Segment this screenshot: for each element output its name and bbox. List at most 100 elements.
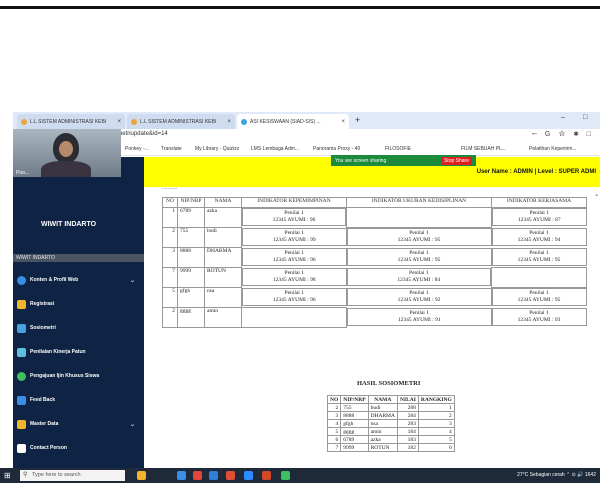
system-tray[interactable]: 27°C Sebagian cerah ⌃ ⊙ 🔊 1642 [517,472,596,478]
penilai-score: 12345 AYUMI : 98 [272,276,316,283]
hasil-rangking: 4 [417,427,455,436]
bookmark-item[interactable]: My Library - Quizizz [195,146,239,152]
kedisiplinan-cell: Penilai 1 12345 AYUMI : 92 [346,287,492,308]
edge-icon[interactable] [209,471,218,480]
chart-icon [17,323,26,333]
kerjasama-cell: Penilai 1 12345 AYUMI : 94 [491,227,587,248]
penilai-score: 12345 AYUMI : 95 [397,237,441,243]
row-nama: amin [204,307,242,328]
task-view-icon[interactable] [137,471,146,480]
hasil-nama: DHARMA [367,411,399,420]
sidebar-item-registrasi[interactable]: Registrasi [17,298,141,310]
row-no: 5 [162,287,178,308]
webcam-video-overlay: Poo... [13,129,121,177]
penilai-score: 12345 AYUMI : 96 [272,296,316,303]
penilai-label: Penilai 1 [284,229,304,236]
globe-icon [17,275,26,285]
row-nip: 755 [177,227,205,248]
penilai-label: Penilai 1 [529,249,549,256]
penilai-label: Penilai 1 [529,290,549,296]
favicon-icon [131,118,137,125]
chevron-down-icon: ⌄ [129,421,135,428]
user-icon [17,299,26,309]
check-icon [17,371,26,381]
close-icon[interactable]: × [338,119,345,125]
bookmark-item[interactable]: Pelatihan Kepemim... [529,146,577,152]
kedisiplinan-cell: Penilai 1 12345 AYUMI : 91 [347,307,492,328]
penilai-label: Penilai 1 [409,309,429,316]
bookmark-item[interactable]: FILOSOFIE [385,146,411,152]
browser-tab-2[interactable]: L.L SISTEM ADMINISTRASI KEBI × [127,114,235,129]
bookmark-item[interactable]: Panorama Proxy - 40 [313,146,360,152]
sidebar-item-feedback[interactable]: Feed Back [17,394,141,406]
maximize-button[interactable]: □ [583,114,587,121]
address-bar-actions[interactable]: ⭪ G ☆ ✱ □ [532,130,594,141]
penilai-label: Penilai 1 [284,210,304,216]
sidebar-item-pengajuan[interactable]: Pengajuan Ijin Khusus Siswa [17,370,141,382]
taskbar-search-input[interactable]: ⚲ Type here to search [20,470,125,481]
browser-tab-1[interactable]: L.L SISTEM ADMINISTRASI KEBI × [17,114,125,129]
kepemimpinan-cell: Penilai 1 12345 AYUMI : 96 [242,287,347,308]
minimize-button[interactable]: – [561,114,565,121]
hasil-no: 6 [326,435,342,444]
bookmark-item[interactable]: Translate [161,146,182,152]
powerpoint-icon[interactable] [226,471,235,480]
penilai-score: 12345 AYUMI : 87 [517,217,561,223]
row-nip: gfgh [177,287,205,308]
hasil-nilai: 283 [397,419,419,428]
media-icon[interactable] [262,471,271,480]
column-header: NO [326,395,342,404]
sidebar-item-sosiometri[interactable]: Sosiometri [17,322,141,334]
webcam-person-face [59,141,73,157]
hasil-sosiometri-table: NO NIP/NRP NAMA NILAI RANGKING 2 755 bud… [326,395,455,452]
browser-tab-active[interactable]: ASI KESISWAAN (SIAD-SIS) ... × [237,114,349,129]
penilai-score: 12345 AYUMI : 95 [517,256,561,263]
close-icon[interactable]: × [114,119,121,125]
column-header: NAMA [367,395,399,404]
column-header: INDIKATOR UKURAN KEDISIPLINAN [346,197,492,208]
penilai-score: 12345 AYUMI : 99 [272,236,316,243]
table-row: 7 9999 ROTUN Penilai 1 12345 AYUMI : 98 P… [162,267,587,288]
hasil-nip: gfgh [340,419,369,428]
sidebar-item-label: Master Data [30,421,59,427]
zoom-icon[interactable] [244,471,253,480]
new-tab-button[interactable]: + [355,115,360,125]
table-row: 3 8888 DHARMA Penilai 1 12345 AYUMI : 96 … [162,247,587,268]
close-icon[interactable]: × [224,119,231,125]
kerjasama-cell: Penilai 1 12345 AYUMI : 93 [491,307,587,328]
table-row: 2 gggg amin Penilai 1 12345 AYUMI : 91 Pe… [162,307,587,328]
hasil-nilai: 288 [397,403,419,412]
row-nip: 6789 [177,207,205,228]
kedisiplinan-cell: Penilai 1 12345 AYUMI : 95 [346,247,492,268]
tab-label: L.L SISTEM ADMINISTRASI KEBI [30,118,107,125]
chrome-icon[interactable] [193,471,202,480]
bookmark-item[interactable]: Ponkey -... [125,146,149,152]
user-info-label: User Name : ADMIN | Level : SUPER ADMI [476,169,596,175]
sidebar-item-master-data[interactable]: Master Data ⌄ [17,418,141,430]
penilai-score: 12345 AYUMI : 96 [272,217,316,223]
whatsapp-icon[interactable] [281,471,290,480]
sidebar-item-penilaian[interactable]: Penilaian Kinerja Patun [17,346,141,358]
table-row: 4 gfgh nsa 283 3 [326,419,455,428]
hasil-no: 5 [326,427,342,436]
row-nip: 8888 [177,247,205,268]
hasil-nilai: 184 [397,427,419,436]
windows-start-icon[interactable]: ⊞ [4,471,11,480]
row-nama: nsa [204,287,242,308]
file-explorer-icon[interactable] [177,471,186,480]
bookmark-item[interactable]: LMS Lembaga Adm... [251,146,299,152]
bookmark-item[interactable]: FILM SEBUAH PL... [461,146,506,152]
penilai-score: 12345 AYUMI : 96 [272,256,316,263]
hasil-no: 4 [326,419,342,428]
scroll-up-arrow-icon[interactable]: ▴ [595,192,598,198]
table-row: 2 755 budi 288 1 [326,403,455,412]
sidebar-item-label: Registrasi [30,301,55,307]
pen-icon [17,443,26,453]
stop-share-button[interactable]: Stop Share [440,156,472,165]
top-divider-line [0,6,600,9]
sidebar-item-label: Feed Back [30,397,56,403]
sidebar-item-konten[interactable]: Konten & Profil Web ⌄ [17,274,141,286]
kepemimpinan-cell: Penilai 1 12345 AYUMI : 98 [242,267,347,288]
hasil-no: 2 [326,403,342,412]
sidebar-item-contact[interactable]: Contact Person [17,442,141,454]
